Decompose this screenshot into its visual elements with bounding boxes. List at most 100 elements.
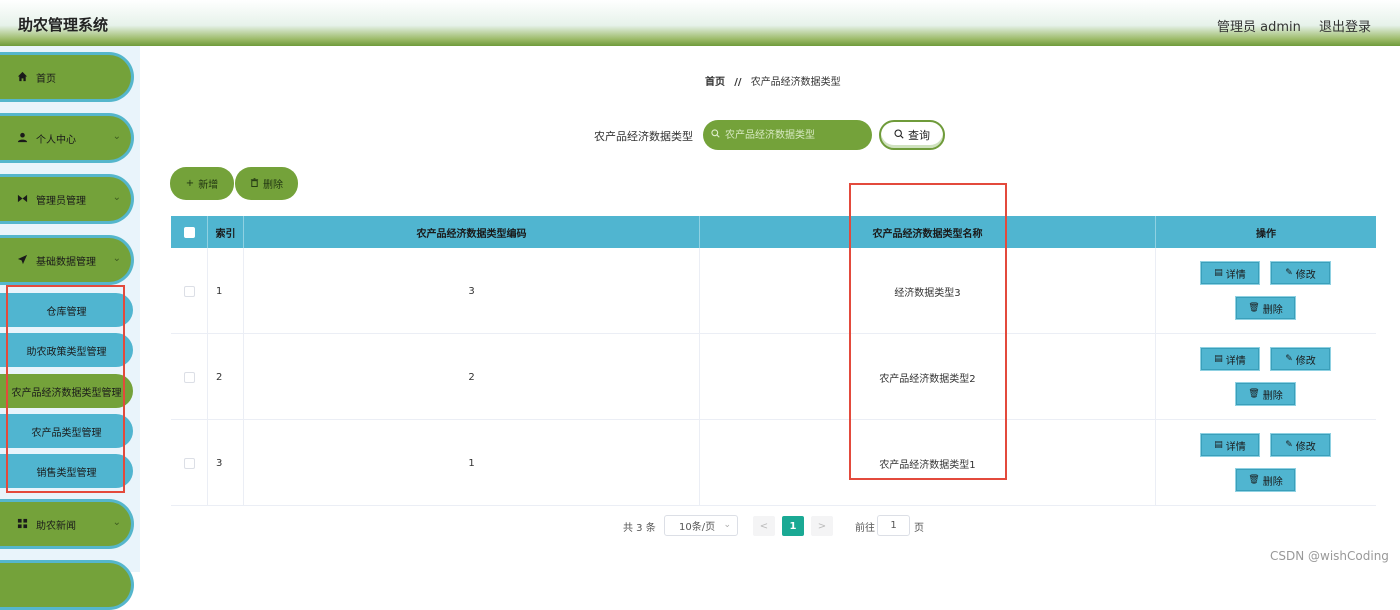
sidebar-item-label: 基础数据管理 bbox=[36, 256, 96, 268]
row-select-cell bbox=[171, 334, 208, 420]
user-icon bbox=[16, 132, 28, 144]
sidebar-item-home[interactable]: 首页 bbox=[0, 52, 134, 102]
select-all-checkbox[interactable] bbox=[183, 226, 195, 238]
breadcrumb-home[interactable]: 首页 bbox=[705, 77, 725, 88]
document-icon: ▤ bbox=[1214, 268, 1223, 278]
edit-icon: ✎ bbox=[1285, 268, 1293, 278]
send-icon bbox=[16, 254, 28, 266]
delete-button-label: 删除 bbox=[263, 180, 283, 191]
chevron-down-icon: ⌄ bbox=[112, 253, 121, 264]
page-number-current[interactable]: 1 bbox=[782, 516, 804, 536]
delete-button[interactable]: 🗑 删除 bbox=[1235, 468, 1296, 492]
delete-button-label: 删除 bbox=[1262, 476, 1283, 488]
edit-button-label: 修改 bbox=[1295, 441, 1316, 453]
column-header-code: 农产品经济数据类型编码 bbox=[244, 216, 700, 248]
sidebar-item-label: 首页 bbox=[36, 73, 56, 85]
trash-icon: 🗑 bbox=[1248, 389, 1260, 399]
table-header: 索引 农产品经济数据类型编码 农产品经济数据类型名称 操作 bbox=[171, 216, 1376, 248]
cell-index: 1 bbox=[208, 248, 244, 334]
cell-index: 3 bbox=[208, 420, 244, 506]
prev-page-button[interactable]: < bbox=[753, 516, 775, 536]
edit-icon: ✎ bbox=[1285, 354, 1293, 364]
detail-button-label: 详情 bbox=[1225, 269, 1246, 281]
edit-button[interactable]: ✎ 修改 bbox=[1270, 261, 1331, 285]
cell-code: 2 bbox=[244, 334, 700, 420]
sidebar-item-admin-management[interactable]: 管理员管理 ⌄ bbox=[0, 174, 134, 224]
watermark: CSDN @wishCoding bbox=[1270, 549, 1389, 563]
sidebar-item-label: 助农新闻 bbox=[36, 520, 76, 532]
row-select-cell bbox=[171, 420, 208, 506]
document-icon: ▤ bbox=[1214, 440, 1223, 450]
row-checkbox[interactable] bbox=[183, 371, 195, 383]
breadcrumb-current: 农产品经济数据类型 bbox=[750, 77, 841, 88]
table-row: 1 3 经济数据类型3 ▤ 详情 ✎ 修改 🗑 删除 bbox=[171, 248, 1376, 334]
logout-link[interactable]: 退出登录 bbox=[1319, 16, 1371, 35]
breadcrumb-separator: // bbox=[734, 77, 742, 88]
column-header-operation: 操作 bbox=[1256, 228, 1276, 240]
sidebar-item-basic-data[interactable]: 基础数据管理 ⌄ bbox=[0, 235, 134, 285]
table-row: 2 2 农产品经济数据类型2 ▤ 详情 ✎ 修改 🗑 删除 bbox=[171, 334, 1376, 420]
goto-label: 前往 bbox=[855, 523, 875, 534]
admin-user-label: 管理员 admin bbox=[1217, 20, 1301, 35]
sidebar-item-label: 管理员管理 bbox=[36, 195, 86, 207]
trash-icon: 🗑 bbox=[1248, 303, 1260, 313]
detail-button-label: 详情 bbox=[1225, 355, 1246, 367]
delete-button-label: 删除 bbox=[1262, 304, 1283, 316]
search-input[interactable] bbox=[703, 120, 872, 150]
edit-button[interactable]: ✎ 修改 bbox=[1270, 433, 1331, 457]
app-title: 助农管理系统 bbox=[18, 16, 109, 34]
sidebar-item-personal-center[interactable]: 个人中心 ⌄ bbox=[0, 113, 134, 163]
detail-button[interactable]: ▤ 详情 bbox=[1200, 433, 1260, 457]
goto-suffix: 页 bbox=[914, 523, 924, 534]
delete-button[interactable]: 🗑 删除 bbox=[1235, 296, 1296, 320]
select-all-cell bbox=[171, 216, 208, 248]
page-size-select[interactable]: 10条/页 ⌄ bbox=[664, 515, 738, 536]
edit-button-label: 修改 bbox=[1295, 355, 1316, 367]
detail-button-label: 详情 bbox=[1225, 441, 1246, 453]
detail-button[interactable]: ▤ 详情 bbox=[1200, 261, 1260, 285]
page-size-value: 10条/页 bbox=[679, 522, 716, 533]
chevron-down-icon: ⌄ bbox=[723, 520, 731, 530]
edit-button-label: 修改 bbox=[1295, 269, 1316, 281]
cell-code: 1 bbox=[244, 420, 700, 506]
chevron-down-icon: ⌄ bbox=[112, 192, 121, 203]
edit-button[interactable]: ✎ 修改 bbox=[1270, 347, 1331, 371]
cell-operations: ▤ 详情 ✎ 修改 🗑 删除 bbox=[1156, 420, 1376, 506]
document-icon: ▤ bbox=[1214, 354, 1223, 364]
grid-icon bbox=[16, 518, 28, 530]
sidebar-item-news[interactable]: 助农新闻 ⌄ bbox=[0, 499, 134, 549]
batch-delete-button[interactable]: 删除 bbox=[235, 167, 298, 200]
delete-button-label: 删除 bbox=[1262, 390, 1283, 402]
delete-button[interactable]: 🗑 删除 bbox=[1235, 382, 1296, 406]
annotation-box-name-column bbox=[849, 183, 1007, 480]
chevron-down-icon: ⌄ bbox=[112, 517, 121, 528]
search-label: 农产品经济数据类型 bbox=[594, 130, 693, 143]
annotation-box-submenu bbox=[6, 285, 125, 493]
query-button-label: 查询 bbox=[908, 129, 930, 142]
next-page-button[interactable]: > bbox=[811, 516, 833, 536]
add-button-label: 新增 bbox=[198, 180, 219, 191]
trash-icon bbox=[250, 177, 259, 190]
table-row: 3 1 农产品经济数据类型1 ▤ 详情 ✎ 修改 🗑 删除 bbox=[171, 420, 1376, 506]
goto-page-input[interactable] bbox=[877, 515, 910, 536]
sidebar-item-label: 个人中心 bbox=[36, 134, 76, 146]
sidebar-item-more[interactable] bbox=[0, 560, 134, 610]
column-header-index: 索引 bbox=[208, 216, 244, 248]
detail-button[interactable]: ▤ 详情 bbox=[1200, 347, 1260, 371]
edit-icon: ✎ bbox=[1285, 440, 1293, 450]
cell-operations: ▤ 详情 ✎ 修改 🗑 删除 bbox=[1156, 334, 1376, 420]
cell-code: 3 bbox=[244, 248, 700, 334]
cell-operations: ▤ 详情 ✎ 修改 🗑 删除 bbox=[1156, 248, 1376, 334]
admin-icon bbox=[16, 193, 28, 205]
row-select-cell bbox=[171, 248, 208, 334]
row-checkbox[interactable] bbox=[183, 457, 195, 469]
search-icon bbox=[894, 128, 904, 142]
chevron-down-icon: ⌄ bbox=[112, 131, 121, 142]
pagination-total: 共 3 条 bbox=[623, 523, 656, 534]
chevron-right-icon: > bbox=[817, 520, 827, 532]
row-checkbox[interactable] bbox=[183, 285, 195, 297]
query-button[interactable]: 查询 bbox=[879, 120, 945, 150]
add-button[interactable]: + 新增 bbox=[170, 167, 234, 200]
top-header: 助农管理系统 管理员 admin 退出登录 bbox=[0, 0, 1400, 46]
trash-icon: 🗑 bbox=[1248, 475, 1260, 485]
